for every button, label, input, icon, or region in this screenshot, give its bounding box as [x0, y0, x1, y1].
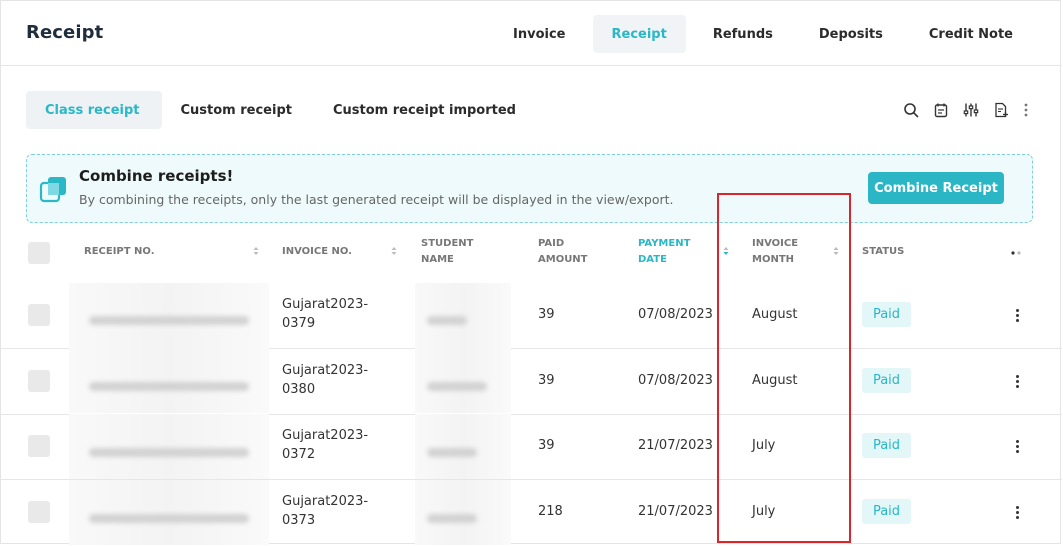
- receipt-no-redacted: [69, 283, 269, 349]
- subtab-custom-receipt[interactable]: Custom receipt: [162, 91, 314, 129]
- col-paid-amount-label-2: AMOUNT: [538, 254, 588, 265]
- combine-icon: [39, 175, 69, 205]
- student-name-redacted: [415, 480, 511, 545]
- page-title: Receipt: [26, 22, 104, 43]
- receipt-no-redacted: [69, 480, 269, 545]
- col-receipt-no-label: RECEIPT NO.: [84, 246, 155, 257]
- page-header: Receipt Invoice Receipt Refunds Deposits…: [1, 1, 1062, 66]
- subtab-class-receipt[interactable]: Class receipt: [26, 91, 162, 129]
- row-actions-menu-icon[interactable]: [1012, 305, 1022, 325]
- status-badge: Paid: [862, 368, 911, 393]
- row-actions-menu-icon[interactable]: [1012, 436, 1022, 456]
- row-checkbox[interactable]: [28, 304, 50, 326]
- calendar-icon[interactable]: [932, 101, 950, 119]
- invoice-no-part-1: Gujarat2023-: [282, 363, 369, 378]
- more-vertical-icon[interactable]: [1022, 101, 1030, 119]
- tab-credit-note[interactable]: Credit Note: [910, 15, 1032, 53]
- column-settings-dots-icon[interactable]: [1010, 250, 1024, 256]
- table-row[interactable]: Gujarat2023- 0380 39 07/08/2023 August Pa…: [1, 349, 1062, 415]
- table-header: RECEIPT NO. INVOICE NO. STUDENT NAME PAID…: [1, 231, 1062, 281]
- col-invoice-no[interactable]: INVOICE NO.: [282, 244, 352, 260]
- tab-refunds[interactable]: Refunds: [694, 15, 792, 53]
- select-all-checkbox[interactable]: [28, 242, 50, 264]
- payment-date: 21/07/2023: [638, 438, 713, 453]
- search-icon[interactable]: [902, 101, 920, 119]
- paid-amount: 39: [538, 438, 555, 453]
- col-receipt-no[interactable]: RECEIPT NO.: [84, 244, 155, 260]
- invoice-no-part-2: 0379: [282, 316, 316, 331]
- col-student-name: STUDENT NAME: [421, 236, 473, 268]
- table-toolbar: [902, 101, 1030, 119]
- col-student-name-label-2: NAME: [421, 254, 454, 265]
- filter-sliders-icon[interactable]: [962, 101, 980, 119]
- invoice-no-part-1: Gujarat2023-: [282, 494, 369, 509]
- receipt-no-redacted: [69, 349, 269, 413]
- table-row[interactable]: Gujarat2023- 0372 39 21/07/2023 July Paid: [1, 414, 1062, 480]
- col-payment-date-label-2: DATE: [638, 254, 667, 265]
- sort-icon[interactable]: [252, 245, 260, 257]
- invoice-no: Gujarat2023- 0380: [282, 361, 368, 399]
- payment-date: 21/07/2023: [638, 504, 713, 519]
- invoice-no-part-1: Gujarat2023-: [282, 297, 369, 312]
- payment-date: 07/08/2023: [638, 307, 713, 322]
- status-badge: Paid: [862, 499, 911, 524]
- export-file-icon[interactable]: [992, 101, 1010, 119]
- status-badge: Paid: [862, 433, 911, 458]
- subtab-custom-receipt-imported[interactable]: Custom receipt imported: [314, 91, 538, 129]
- col-status: STATUS: [862, 244, 904, 260]
- invoice-no-part-2: 0372: [282, 447, 316, 462]
- top-tab-bar: Invoice Receipt Refunds Deposits Credit …: [494, 15, 1032, 53]
- invoice-no: Gujarat2023- 0373: [282, 492, 368, 530]
- invoice-no-part-2: 0380: [282, 382, 316, 397]
- student-name-redacted: [415, 414, 511, 479]
- tab-deposits[interactable]: Deposits: [800, 15, 902, 53]
- row-checkbox[interactable]: [28, 370, 50, 392]
- student-name-redacted: [415, 349, 511, 413]
- table-row[interactable]: Gujarat2023- 0373 218 21/07/2023 July Pai…: [1, 480, 1062, 546]
- col-payment-date-label-1: PAYMENT: [638, 238, 691, 249]
- combine-receipt-button[interactable]: Combine Receipt: [868, 172, 1004, 204]
- row-checkbox[interactable]: [28, 435, 50, 457]
- col-status-label: STATUS: [862, 246, 905, 257]
- combine-receipts-banner: Combine receipts! By combining the recei…: [26, 154, 1033, 223]
- tab-receipt[interactable]: Receipt: [592, 15, 686, 53]
- row-checkbox[interactable]: [28, 501, 50, 523]
- paid-amount: 39: [538, 307, 555, 322]
- payment-date: 07/08/2023: [638, 373, 713, 388]
- col-invoice-no-label: INVOICE NO.: [282, 246, 352, 257]
- banner-text: By combining the receipts, only the last…: [79, 192, 674, 207]
- sub-tab-bar: Class receipt Custom receipt Custom rece…: [26, 91, 538, 129]
- invoice-no-part-1: Gujarat2023-: [282, 428, 369, 443]
- col-student-name-label-1: STUDENT: [421, 238, 474, 249]
- receipt-no-redacted: [69, 414, 269, 479]
- invoice-no: Gujarat2023- 0372: [282, 426, 368, 464]
- app-frame: Receipt Invoice Receipt Refunds Deposits…: [0, 0, 1062, 546]
- paid-amount: 218: [538, 504, 563, 519]
- col-paid-amount-label-1: PAID: [538, 238, 565, 249]
- row-actions-menu-icon[interactable]: [1012, 371, 1022, 391]
- student-name-redacted: [415, 283, 511, 349]
- col-paid-amount: PAID AMOUNT: [538, 236, 588, 268]
- table-row[interactable]: Gujarat2023- 0379 39 07/08/2023 August Pa…: [1, 283, 1062, 349]
- invoice-no: Gujarat2023- 0379: [282, 295, 368, 333]
- tab-invoice[interactable]: Invoice: [494, 15, 584, 53]
- col-payment-date[interactable]: PAYMENT DATE: [638, 236, 690, 268]
- paid-amount: 39: [538, 373, 555, 388]
- invoice-month-highlight-box: [717, 193, 851, 543]
- status-badge: Paid: [862, 302, 911, 327]
- sort-icon[interactable]: [390, 245, 398, 257]
- banner-title: Combine receipts!: [79, 167, 234, 185]
- invoice-no-part-2: 0373: [282, 513, 316, 528]
- row-actions-menu-icon[interactable]: [1012, 502, 1022, 522]
